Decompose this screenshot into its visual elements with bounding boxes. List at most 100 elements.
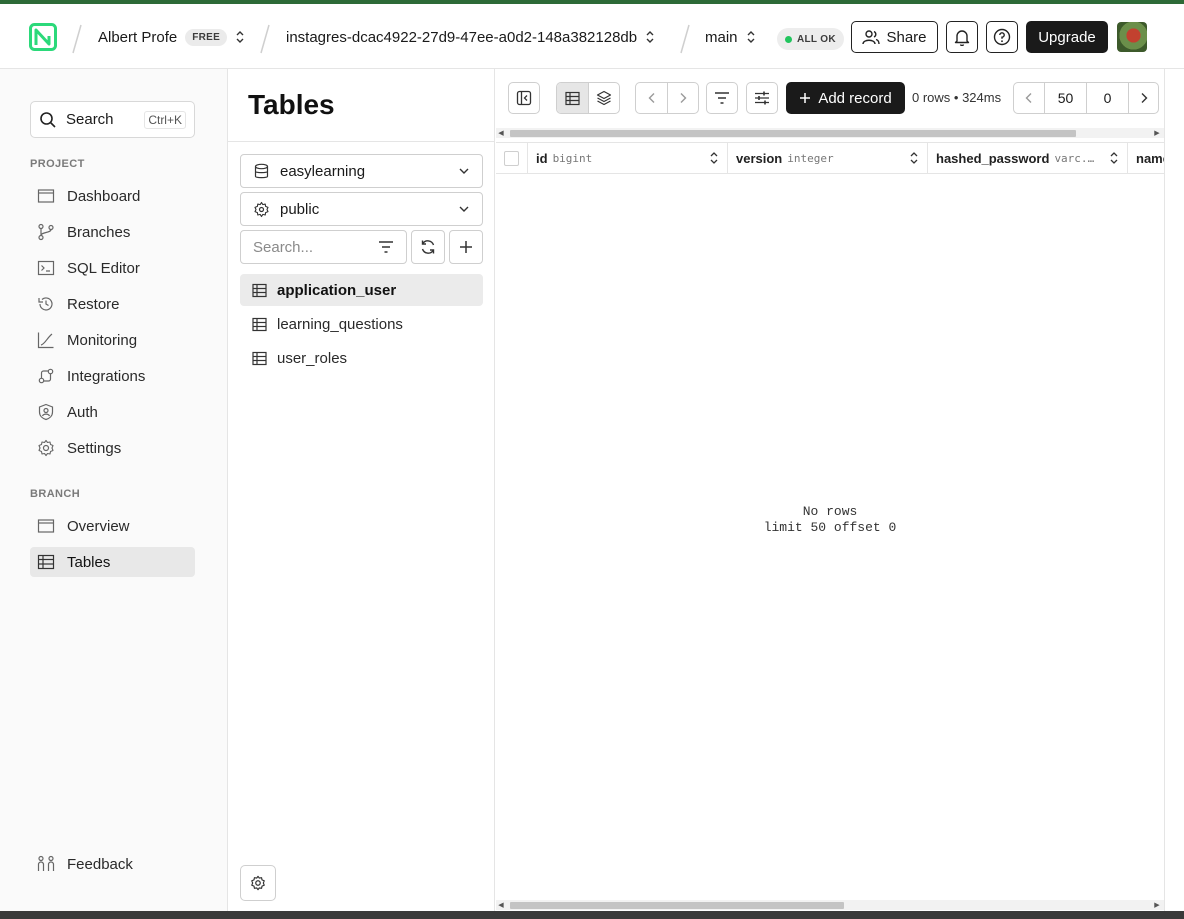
forward-button[interactable]: [667, 83, 698, 113]
org-switcher[interactable]: Albert Profe FREE: [98, 26, 245, 48]
toggle-sidebar-button[interactable]: [508, 82, 540, 114]
table-list-item-user-roles[interactable]: user_roles: [240, 342, 483, 374]
plan-badge: FREE: [185, 28, 228, 46]
pagination-control: 50 0: [1013, 82, 1159, 114]
notifications-button[interactable]: [946, 21, 978, 53]
sidebar-item-label: Dashboard: [67, 187, 141, 205]
chevron-up-down-icon: [646, 31, 654, 43]
table-search-input[interactable]: Search...: [240, 230, 407, 264]
branches-icon: [38, 223, 54, 241]
sidebar-item-label: Overview: [67, 517, 130, 535]
org-name: Albert Profe: [98, 28, 178, 46]
sidebar-collapse-icon: [516, 90, 532, 106]
feedback-label: Feedback: [67, 855, 133, 873]
table-icon: [252, 283, 267, 297]
sidebar-item-dashboard[interactable]: Dashboard: [30, 181, 195, 211]
chevron-down-icon: [459, 168, 469, 174]
sidebar-item-overview[interactable]: Overview: [30, 511, 195, 541]
integrations-icon: [38, 368, 54, 384]
tables-icon: [37, 554, 55, 570]
panel-settings-button[interactable]: [240, 865, 276, 901]
branch-section-label: BRANCH: [30, 488, 81, 500]
scrollbar-thumb[interactable]: [510, 902, 844, 909]
sort-icon[interactable]: [1109, 151, 1119, 165]
status-dot-icon: [785, 35, 792, 43]
column-name: id: [536, 150, 548, 166]
scroll-right-arrow-icon[interactable]: ▶: [1152, 900, 1162, 910]
chevron-up-down-icon: [236, 31, 244, 43]
add-table-button[interactable]: [449, 230, 483, 264]
scroll-right-arrow-icon[interactable]: ▶: [1152, 128, 1162, 138]
next-page-button[interactable]: [1128, 83, 1158, 113]
prev-page-button[interactable]: [1014, 83, 1044, 113]
schema-icon: [254, 201, 269, 217]
overview-icon: [37, 519, 55, 533]
upgrade-button[interactable]: Upgrade: [1026, 21, 1108, 53]
grid-view-button[interactable]: [557, 83, 588, 113]
sidebar-item-monitoring[interactable]: Monitoring: [30, 325, 195, 355]
table-name: learning_questions: [277, 315, 403, 333]
column-header-hashed-password[interactable]: hashed_password varc...: [928, 143, 1128, 173]
column-header-id[interactable]: id bigint: [528, 143, 728, 173]
sidebar-item-auth[interactable]: Auth: [30, 397, 195, 427]
sidebar-item-label: Branches: [67, 223, 131, 241]
sort-icon[interactable]: [709, 151, 719, 165]
structure-view-button[interactable]: [588, 83, 619, 113]
chevron-right-icon: [680, 93, 687, 103]
select-all-checkbox[interactable]: [504, 150, 519, 166]
scrollbar-thumb[interactable]: [510, 130, 1076, 137]
view-mode-toggle: [556, 82, 620, 114]
schema-select[interactable]: public: [240, 192, 483, 226]
refresh-button[interactable]: [411, 230, 445, 264]
scroll-left-arrow-icon[interactable]: ◀: [496, 128, 506, 138]
table-list-item-learning-questions[interactable]: learning_questions: [240, 308, 483, 340]
table-list-item-application-user[interactable]: application_user: [240, 274, 483, 306]
search-button[interactable]: Search Ctrl+K: [30, 101, 195, 138]
sidebar-item-branches[interactable]: Branches: [30, 217, 195, 247]
neon-logo-icon[interactable]: [29, 23, 57, 51]
horizontal-scrollbar-top[interactable]: ◀ ▶: [496, 128, 1164, 138]
scroll-left-arrow-icon[interactable]: ◀: [496, 900, 506, 910]
sidebar-item-integrations[interactable]: Integrations: [30, 361, 195, 391]
project-switcher[interactable]: instagres-dcac4922-27d9-47ee-a0d2-148a38…: [286, 26, 655, 48]
layers-icon: [596, 90, 612, 106]
breadcrumb-separator-icon: [680, 24, 690, 54]
auth-icon: [38, 403, 54, 421]
history-nav: [635, 82, 699, 114]
help-button[interactable]: [986, 21, 1018, 53]
table-name: application_user: [277, 281, 397, 299]
horizontal-scrollbar-bottom[interactable]: ◀ ▶: [496, 900, 1164, 910]
page-limit-input[interactable]: 50: [1044, 83, 1086, 113]
status-badge[interactable]: ALL OK: [777, 28, 844, 50]
share-button[interactable]: Share: [851, 21, 938, 53]
back-button[interactable]: [636, 83, 667, 113]
sidebar-item-label: SQL Editor: [67, 259, 140, 277]
users-icon: [862, 30, 881, 45]
table-search-placeholder: Search...: [253, 238, 314, 256]
filter-icon[interactable]: [378, 240, 394, 254]
filter-button[interactable]: [706, 82, 738, 114]
avatar[interactable]: [1117, 22, 1147, 52]
feedback-icon: [37, 855, 55, 871]
status-text: ALL OK: [797, 33, 836, 45]
feedback-button[interactable]: Feedback: [30, 849, 195, 879]
sidebar-item-restore[interactable]: Restore: [30, 289, 195, 319]
sort-icon[interactable]: [909, 151, 919, 165]
sidebar-item-label: Settings: [67, 439, 122, 457]
rows-count-info: 0 rows • 324ms: [912, 90, 1002, 105]
window-bottom-edge: [0, 911, 1184, 919]
columns-settings-button[interactable]: [746, 82, 778, 114]
column-header-version[interactable]: version integer: [728, 143, 928, 173]
sidebar-item-settings[interactable]: Settings: [30, 433, 195, 463]
column-header-name[interactable]: name: [1128, 143, 1164, 173]
table-icon: [252, 317, 267, 331]
grid-view-icon: [565, 91, 580, 105]
column-type: integer: [787, 151, 834, 165]
database-select[interactable]: easylearning: [240, 154, 483, 188]
add-record-button[interactable]: Add record: [786, 82, 905, 114]
sidebar-item-tables[interactable]: Tables: [30, 547, 195, 577]
page-offset-input[interactable]: 0: [1086, 83, 1128, 113]
project-section-label: PROJECT: [30, 158, 85, 170]
branch-switcher[interactable]: main: [705, 26, 756, 48]
sidebar-item-sql-editor[interactable]: SQL Editor: [30, 253, 195, 283]
